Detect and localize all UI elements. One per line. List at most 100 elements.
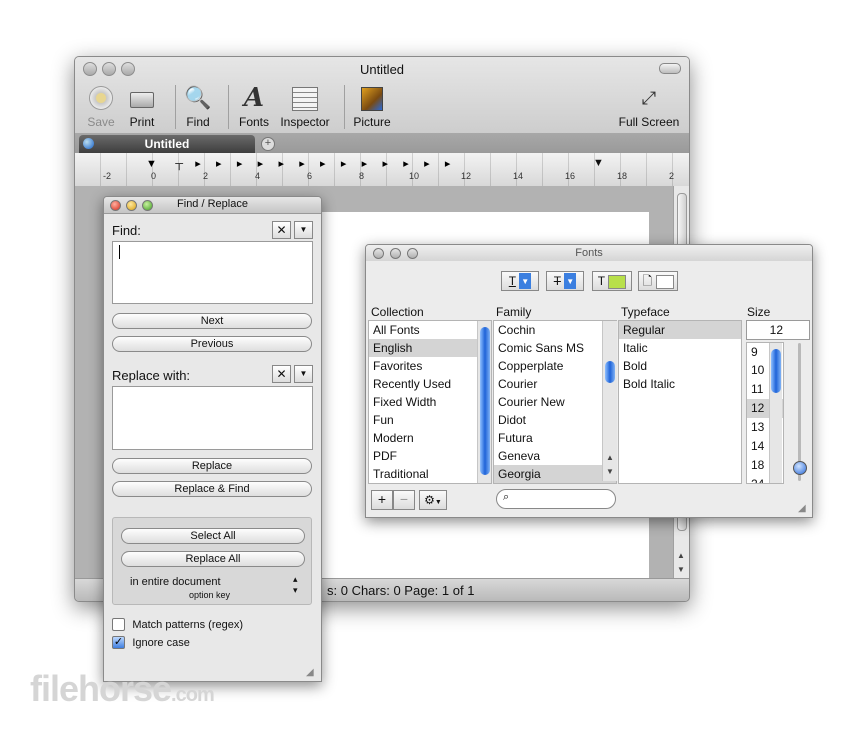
list-item[interactable]: Fun	[369, 411, 491, 429]
collection-list[interactable]: All Fonts English Favorites Recently Use…	[368, 320, 492, 484]
action-menu[interactable]: ⚙▼	[419, 490, 447, 510]
add-collection-button[interactable]: +	[371, 490, 393, 510]
ignore-case-checkbox[interactable]: ✓ Ignore case	[112, 635, 190, 650]
font-search-input[interactable]: ⌕	[496, 489, 616, 509]
dropdown-arrow-icon: ▼	[519, 273, 532, 289]
list-item[interactable]: Fixed Width	[369, 393, 491, 411]
scrollbar-thumb[interactable]	[771, 349, 781, 393]
list-item[interactable]: Regular	[619, 321, 741, 339]
ruler[interactable]: ▼ ┬ ▸ ▸ ▸ ▸ ▸ ▸ ▸ ▸ ▸ ▸ ▸ ▸ ▸ ▼ -2 0 2 4…	[75, 153, 689, 187]
checkbox-box	[112, 618, 125, 632]
ruler-label: 4	[255, 171, 261, 181]
clear-find-button[interactable]: ✕	[272, 221, 291, 239]
replace-options-dropdown[interactable]: ▼	[294, 365, 313, 383]
gear-icon: ⚙	[424, 493, 435, 507]
tab-untitled[interactable]: Untitled	[79, 135, 255, 153]
list-item[interactable]: Didot	[494, 411, 616, 429]
picture-label: Picture	[353, 115, 391, 129]
scroll-up-arrow[interactable]: ▲	[606, 453, 614, 462]
picture-button[interactable]: Picture	[342, 83, 402, 129]
list-item[interactable]: All Fonts	[369, 321, 491, 339]
resize-grip-icon[interactable]: ◢	[798, 503, 806, 514]
add-tab-icon[interactable]: +	[261, 137, 275, 151]
match-patterns-checkbox[interactable]: Match patterns (regex)	[112, 617, 243, 632]
ruler-tab-stops[interactable]: ▼ ┬ ▸ ▸ ▸ ▸ ▸ ▸ ▸ ▸ ▸ ▸ ▸ ▸ ▸	[146, 157, 450, 170]
list-item[interactable]: Bold Italic	[619, 375, 741, 393]
tab-status-icon	[83, 138, 94, 149]
document-color-swatch	[655, 274, 674, 289]
inspector-icon	[291, 83, 319, 113]
panel-title: Find / Replace	[177, 198, 248, 210]
list-item[interactable]: Georgia	[494, 465, 616, 483]
list-item[interactable]: Recently Used	[369, 375, 491, 393]
list-item[interactable]: PDF	[369, 447, 491, 465]
collection-scrollbar[interactable]	[477, 321, 491, 483]
typeface-list[interactable]: Regular Italic Bold Bold Italic	[618, 320, 742, 484]
watermark-brand: filehorse	[30, 668, 172, 709]
resize-grip-icon[interactable]: ◢	[306, 667, 314, 678]
list-item[interactable]: Courier New	[494, 393, 616, 411]
ruler-label: 0	[151, 171, 157, 181]
list-item[interactable]: Modern	[369, 429, 491, 447]
list-item[interactable]: Bold	[619, 357, 741, 375]
family-header: Family	[496, 305, 532, 319]
ruler-label: 16	[565, 171, 576, 181]
list-item[interactable]: Comic Sans MS	[494, 339, 616, 357]
save-icon	[87, 83, 115, 113]
size-slider-knob[interactable]	[793, 461, 807, 475]
ruler-label: 10	[409, 171, 420, 181]
scroll-down-arrow[interactable]: ▼	[677, 565, 685, 574]
list-item[interactable]: Favorites	[369, 357, 491, 375]
size-list[interactable]: 9 10 11 12 13 14 18 24	[746, 342, 784, 484]
ruler-label: 2	[106, 171, 112, 181]
search-icon: ⌕	[503, 491, 510, 503]
list-item[interactable]: Futura	[494, 429, 616, 447]
find-button[interactable]: 🔍 Find	[168, 83, 228, 129]
family-list[interactable]: Cochin Comic Sans MS Copperplate Courier…	[493, 320, 617, 484]
family-scrollbar[interactable]: ▲ ▼	[602, 321, 617, 481]
replace-all-button[interactable]: Replace All	[121, 551, 305, 567]
toolbar-toggle-button[interactable]	[659, 63, 681, 74]
ignore-case-label: Ignore case	[132, 637, 190, 649]
scope-selector[interactable]: in entire document option key ▴ ▾	[121, 574, 305, 600]
find-label: Find	[186, 115, 210, 129]
fullscreen-icon: ⤢	[641, 88, 657, 108]
size-field[interactable]: 12	[746, 320, 810, 340]
replace-all-box: Select All Replace All in entire documen…	[112, 517, 312, 605]
document-color-button[interactable]: 🗋	[638, 271, 678, 291]
list-item[interactable]: Copperplate	[494, 357, 616, 375]
ruler-label: 18	[617, 171, 628, 181]
previous-button[interactable]: Previous	[112, 336, 312, 352]
clear-replace-button[interactable]: ✕	[272, 365, 291, 383]
replace-field[interactable]	[112, 386, 313, 450]
replace-button[interactable]: Replace	[112, 458, 312, 474]
underline-menu[interactable]: T ▼	[501, 271, 539, 291]
list-item[interactable]: Cochin	[494, 321, 616, 339]
scrollbar-thumb[interactable]	[480, 327, 490, 475]
strikethrough-icon: T	[553, 274, 561, 288]
full-screen-button[interactable]: ⤢ Full Screen	[611, 83, 687, 129]
scroll-up-arrow[interactable]: ▲	[677, 551, 685, 560]
full-screen-label: Full Screen	[618, 115, 680, 129]
next-button[interactable]: Next	[112, 313, 312, 329]
scrollbar-thumb[interactable]	[605, 361, 615, 383]
size-list-scrollbar[interactable]	[769, 343, 782, 483]
print-button[interactable]: Print	[112, 83, 172, 129]
list-item[interactable]: English	[369, 339, 491, 357]
window-title: Untitled	[359, 62, 405, 77]
list-item[interactable]: Geneva	[494, 447, 616, 465]
find-options-dropdown[interactable]: ▼	[294, 221, 313, 239]
select-all-button[interactable]: Select All	[121, 528, 305, 544]
remove-collection-button[interactable]: −	[393, 490, 415, 510]
inspector-button[interactable]: Inspector	[275, 83, 335, 129]
text-color-button[interactable]: T	[592, 271, 632, 291]
strikethrough-menu[interactable]: T ▼	[546, 271, 584, 291]
find-field[interactable]	[112, 241, 313, 304]
list-item[interactable]: Traditional	[369, 465, 491, 483]
right-margin-marker[interactable]: ▼	[593, 157, 604, 169]
replace-and-find-button[interactable]: Replace & Find	[112, 481, 312, 497]
scroll-down-arrow[interactable]: ▼	[606, 467, 614, 476]
print-label: Print	[129, 115, 155, 129]
list-item[interactable]: Courier	[494, 375, 616, 393]
list-item[interactable]: Italic	[619, 339, 741, 357]
